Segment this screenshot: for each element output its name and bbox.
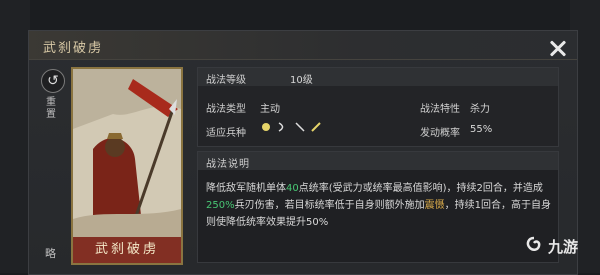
level-bar <box>198 68 558 86</box>
tactic-card-name: 武刹破虏 <box>73 237 181 263</box>
desc-value-green: 40 <box>286 183 299 194</box>
reset-label[interactable]: 重置 <box>46 97 60 121</box>
tactic-description-panel: 战法说明 降低敌军随机单体40点统率(受武力或统率最高值影响)，持续2回合，并造… <box>197 151 559 263</box>
tactic-card-art <box>73 69 181 263</box>
tactic-dialog: 武刹破虏 ↺ 重置 略 武刹破虏 战法等级 10级 战法类型 主动 战法特性 杀… <box>28 30 578 275</box>
swirl-icon <box>526 236 541 251</box>
shield-icon <box>262 123 270 131</box>
level-label: 战法等级 <box>206 75 246 86</box>
dialog-titlebar: 武刹破虏 <box>29 31 577 60</box>
desc-part: 兵刃伤害，若目标统率低于自身则额外施加 <box>234 200 425 211</box>
rate-value: 55% <box>470 124 493 135</box>
bow-icon <box>278 122 284 132</box>
description-header <box>198 152 558 170</box>
spear-icon <box>295 122 305 132</box>
trait-label: 战法特性 <box>420 104 460 115</box>
trait-value: 杀力 <box>470 104 490 115</box>
background-left <box>0 0 30 273</box>
dialog-title: 武刹破虏 <box>43 41 104 56</box>
slight-button[interactable]: 略 <box>45 245 56 261</box>
level-value: 10级 <box>290 75 313 86</box>
sword-icon <box>311 122 321 132</box>
rate-label: 发动概率 <box>420 128 460 139</box>
close-icon[interactable] <box>549 39 567 57</box>
description-title: 战法说明 <box>206 159 250 170</box>
desc-value-green: 250% <box>206 200 235 211</box>
description-text: 降低敌军随机单体40点统率(受武力或统率最高值影响)，持续2回合，并造成 250%… <box>206 180 554 231</box>
type-label: 战法类型 <box>206 104 246 115</box>
tactic-card: 武刹破虏 <box>71 67 183 265</box>
tactic-info-panel: 战法等级 10级 战法类型 主动 战法特性 杀力 适应兵种 发动概率 55% <box>197 67 559 147</box>
desc-status-gold: 震慑 <box>424 200 445 211</box>
troop-label: 适应兵种 <box>206 128 246 139</box>
type-value: 主动 <box>260 104 280 115</box>
desc-part: 点统率(受武力或统率最高值影响)，持续2回合，并造成 <box>298 183 543 194</box>
desc-part: 降低敌军随机单体 <box>206 183 286 194</box>
reset-icon[interactable]: ↺ <box>41 69 65 93</box>
watermark-text: 九游 <box>548 238 579 256</box>
